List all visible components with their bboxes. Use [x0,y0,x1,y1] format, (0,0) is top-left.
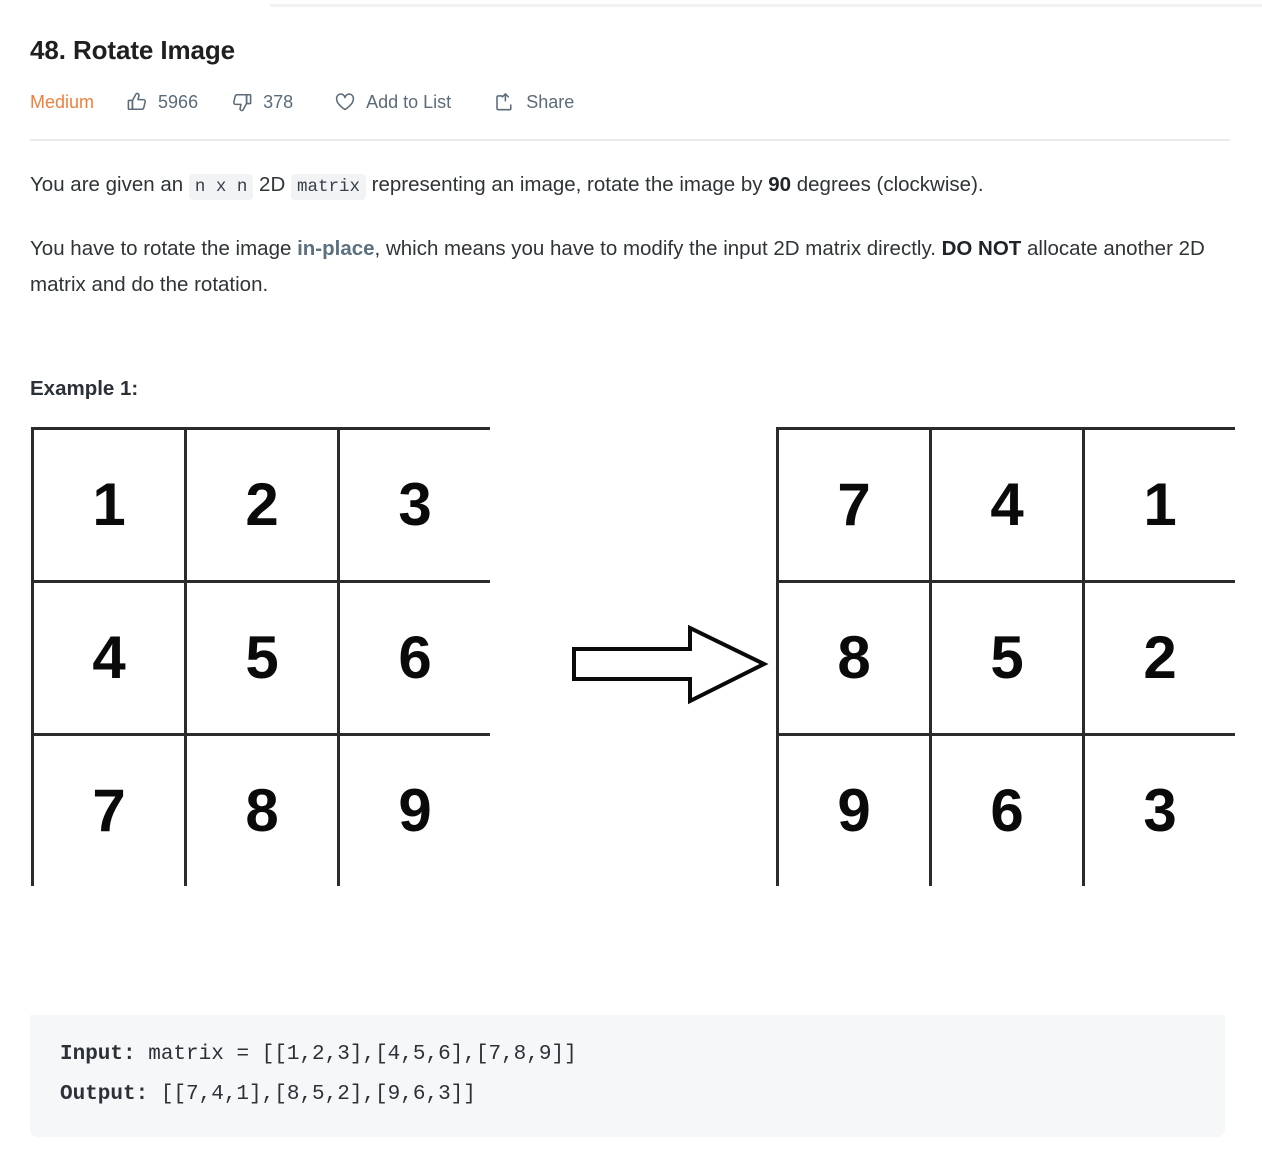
matrix-cell: 3 [1085,736,1235,886]
desc-text: You have to rotate the image [30,237,298,260]
desc-text: 2D [253,173,291,196]
problem-meta-row: Medium 5966 378 Add to List Share [30,89,1230,115]
in-place-link[interactable]: in-place [297,237,374,260]
desc-text: You are given an [30,173,189,196]
share-label: Share [526,92,575,112]
matrix-cell: 1 [34,430,184,580]
input-value: matrix = [[1,2,3],[4,5,6],[7,8,9]] [135,1043,577,1066]
header-divider [30,139,1230,141]
thumbs-down-icon [231,91,253,113]
top-hairline [270,4,1262,7]
output-value: [[7,4,1],[8,5,2],[9,6,3]] [148,1083,476,1106]
desc-text: representing an image, rotate the image … [365,173,769,196]
matrix-cell: 2 [187,430,337,580]
right-arrow-icon [570,622,770,707]
input-matrix: 1 2 3 4 5 6 7 8 9 [31,427,490,886]
matrix-cell: 1 [1085,430,1235,580]
matrix-cell: 4 [932,430,1082,580]
likes-count: 5966 [158,92,199,112]
code-matrix: matrix [290,174,366,200]
add-to-list-label: Add to List [366,92,452,112]
add-to-list-button[interactable]: Add to List [334,91,451,113]
heart-icon [334,91,356,113]
example-output-line: Output: [[7,4,1],[8,5,2],[9,6,3]] [60,1075,1225,1115]
matrix-cell: 8 [779,583,929,733]
code-n-x-n: n x n [188,174,254,200]
output-label: Output: [60,1083,149,1106]
description-paragraph-1: You are given an n x n 2D matrix represe… [30,167,1230,205]
dislikes-button[interactable]: 378 [231,91,293,113]
example-input-line: Input: matrix = [[1,2,3],[4,5,6],[7,8,9]… [60,1035,1225,1075]
example-heading: Example 1: [30,377,139,400]
desc-text: , which means you have to modify the inp… [374,237,942,260]
matrix-cell: 9 [779,736,929,886]
thumbs-up-icon [126,91,148,113]
example-code-block: Input: matrix = [[1,2,3],[4,5,6],[7,8,9]… [30,1015,1225,1137]
matrix-cell: 4 [34,583,184,733]
output-matrix: 7 4 1 8 5 2 9 6 3 [776,427,1235,886]
matrix-cell: 5 [932,583,1082,733]
matrix-cell: 7 [779,430,929,580]
matrix-cell: 6 [932,736,1082,886]
desc-bold-donot: DO NOT [941,237,1022,260]
matrix-cell: 7 [34,736,184,886]
matrix-cell: 6 [340,583,490,733]
matrix-cell: 2 [1085,583,1235,733]
share-icon [494,91,516,113]
difficulty-badge: Medium [30,91,95,112]
matrix-cell: 5 [187,583,337,733]
desc-text: degrees (clockwise). [791,173,984,196]
description-paragraph-2: You have to rotate the image in-place, w… [30,231,1230,303]
share-button[interactable]: Share [494,91,574,113]
desc-bold-90: 90 [768,173,792,196]
input-label: Input: [60,1043,136,1066]
example-figure: 1 2 3 4 5 6 7 8 9 7 4 1 8 5 2 9 6 3 [30,427,1235,886]
likes-button[interactable]: 5966 [126,91,198,113]
matrix-cell: 8 [187,736,337,886]
matrix-cell: 3 [340,430,490,580]
matrix-cell: 9 [340,736,490,886]
page-title: 48. Rotate Image [30,35,236,65]
problem-description: You are given an n x n 2D matrix represe… [30,167,1230,303]
problem-page: 48. Rotate Image Medium 5966 378 Add to … [0,0,1262,886]
dislikes-count: 378 [263,92,294,112]
